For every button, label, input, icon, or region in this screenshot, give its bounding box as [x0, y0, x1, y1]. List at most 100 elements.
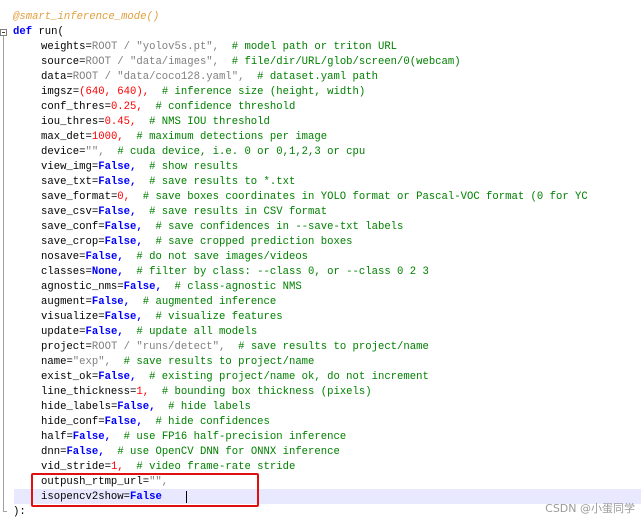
param-name: imgsz: [41, 86, 73, 98]
param-comment: # maximum detections per image: [136, 131, 328, 143]
param-line: save_conf=False, # save confidences in -…: [13, 220, 403, 235]
param-name: conf_thres: [41, 101, 105, 113]
param-name: source: [41, 56, 80, 68]
param-line: save_txt=False, # save results to *.txt: [13, 175, 295, 190]
param-value: ROOT / "runs/detect",: [91, 341, 226, 353]
param-line: classes=None, # filter by class: --class…: [13, 265, 429, 280]
param-value: False,: [104, 311, 143, 323]
param-name: max_det: [41, 131, 86, 143]
param-value: ROOT / "data/coco128.yaml",: [72, 71, 245, 83]
param-name: save_format: [41, 191, 111, 203]
param-comment: # augmented inference: [142, 296, 277, 308]
param-value: 0.25,: [110, 101, 143, 113]
param-line: half=False, # use FP16 half-precision in…: [13, 430, 346, 445]
param-value: False,: [85, 326, 124, 338]
watermark: CSDN @小蛋同学: [545, 502, 635, 515]
param-name: iou_thres: [41, 116, 99, 128]
param-value: False,: [123, 281, 162, 293]
param-value: False,: [117, 401, 156, 413]
param-value: (640, 640),: [79, 86, 150, 98]
param-name: save_conf: [41, 221, 99, 233]
param-line: visualize=False, # visualize features: [13, 310, 283, 325]
param-comment: # save cropped prediction boxes: [155, 236, 353, 248]
param-value: False,: [85, 251, 124, 263]
param-name: save_crop: [41, 236, 99, 248]
param-value: False,: [66, 446, 105, 458]
param-line: save_csv=False, # save results in CSV fo…: [13, 205, 327, 220]
highlight-annotation-box: [31, 473, 259, 507]
param-comment: # save confidences in --save-txt labels: [155, 221, 404, 233]
fold-end-marker: [3, 511, 7, 512]
param-line: save_crop=False, # save cropped predicti…: [13, 235, 353, 250]
param-comment: # use FP16 half-precision inference: [123, 431, 347, 443]
param-value: 1,: [136, 386, 150, 398]
param-line: hide_labels=False, # hide labels: [13, 400, 251, 415]
closing-line: ):: [13, 505, 26, 520]
param-name: view_img: [41, 161, 92, 173]
param-name: save_csv: [41, 206, 92, 218]
param-comment: # cuda device, i.e. 0 or 0,1,2,3 or cpu: [117, 146, 366, 158]
param-value: None,: [91, 266, 124, 278]
param-value: 0,: [117, 191, 131, 203]
param-name: classes: [41, 266, 86, 278]
param-name: device: [41, 146, 80, 158]
param-value: "",: [85, 146, 105, 158]
param-name: dnn: [41, 446, 61, 458]
param-line: save_format=0, # save boxes coordinates …: [13, 190, 588, 205]
fold-toggle-icon[interactable]: [0, 29, 7, 36]
param-line: max_det=1000, # maximum detections per i…: [13, 130, 327, 145]
param-name: vid_stride: [41, 461, 105, 473]
param-line: exist_ok=False, # existing project/name …: [13, 370, 429, 385]
param-line: device="", # cuda device, i.e. 0 or 0,1,…: [13, 145, 365, 160]
param-line: source=ROOT / "data/images", # file/dir/…: [13, 55, 461, 70]
param-name: line_thickness: [41, 386, 131, 398]
param-name: name: [41, 356, 67, 368]
param-line: nosave=False, # do not save images/video…: [13, 250, 308, 265]
closing-paren: ):: [13, 506, 26, 518]
param-comment: # update all models: [136, 326, 258, 338]
param-comment: # save results to project/name: [123, 356, 315, 368]
param-value: False,: [104, 236, 143, 248]
param-value: False,: [72, 431, 111, 443]
param-line: weights=ROOT / "yolov5s.pt", # model pat…: [13, 40, 397, 55]
param-line: dnn=False, # use OpenCV DNN for ONNX inf…: [13, 445, 340, 460]
param-comment: # save results to project/name: [238, 341, 429, 353]
param-value: 1,: [110, 461, 124, 473]
decorator-line: @smart_inference_mode(): [13, 10, 159, 25]
param-comment: # hide confidences: [155, 416, 270, 428]
param-line: conf_thres=0.25, # confidence threshold: [13, 100, 295, 115]
fold-gutter-line: [3, 36, 4, 511]
param-comment: # existing project/name ok, do not incre…: [149, 371, 429, 383]
param-line: line_thickness=1, # bounding box thickne…: [13, 385, 372, 400]
param-value: False,: [98, 206, 137, 218]
param-comment: # save results to *.txt: [149, 176, 296, 188]
def-line: def run(: [13, 25, 64, 40]
param-line: view_img=False, # show results: [13, 160, 238, 175]
param-comment: # confidence threshold: [155, 101, 296, 113]
param-comment: # save results in CSV format: [149, 206, 328, 218]
param-value: False,: [98, 161, 137, 173]
param-comment: # dataset.yaml path: [257, 71, 378, 83]
param-comment: # save boxes coordinates in YOLO format …: [142, 191, 588, 203]
code-editor[interactable]: @smart_inference_mode() def run(weights=R…: [0, 0, 641, 520]
param-comment: # NMS IOU threshold: [149, 116, 270, 128]
param-line: augment=False, # augmented inference: [13, 295, 276, 310]
param-name: hide_labels: [41, 401, 111, 413]
param-comment: # class-agnostic NMS: [174, 281, 302, 293]
param-line: hide_conf=False, # hide confidences: [13, 415, 270, 430]
param-name: weights: [41, 41, 86, 53]
param-comment: # filter by class: --class 0, or --class…: [136, 266, 429, 278]
param-comment: # use OpenCV DNN for ONNX inference: [117, 446, 340, 458]
param-name: augment: [41, 296, 86, 308]
param-value: False,: [104, 416, 143, 428]
decorator: @smart_inference_mode(): [13, 11, 160, 23]
param-comment: # bounding box thickness (pixels): [161, 386, 372, 398]
text-caret: [186, 491, 187, 503]
param-comment: # hide labels: [168, 401, 251, 413]
param-comment: # show results: [149, 161, 239, 173]
function-name: run(: [38, 26, 64, 38]
param-name: save_txt: [41, 176, 92, 188]
def-keyword: def: [13, 26, 33, 38]
param-name: data: [41, 71, 67, 83]
param-line: project=ROOT / "runs/detect", # save res…: [13, 340, 429, 355]
